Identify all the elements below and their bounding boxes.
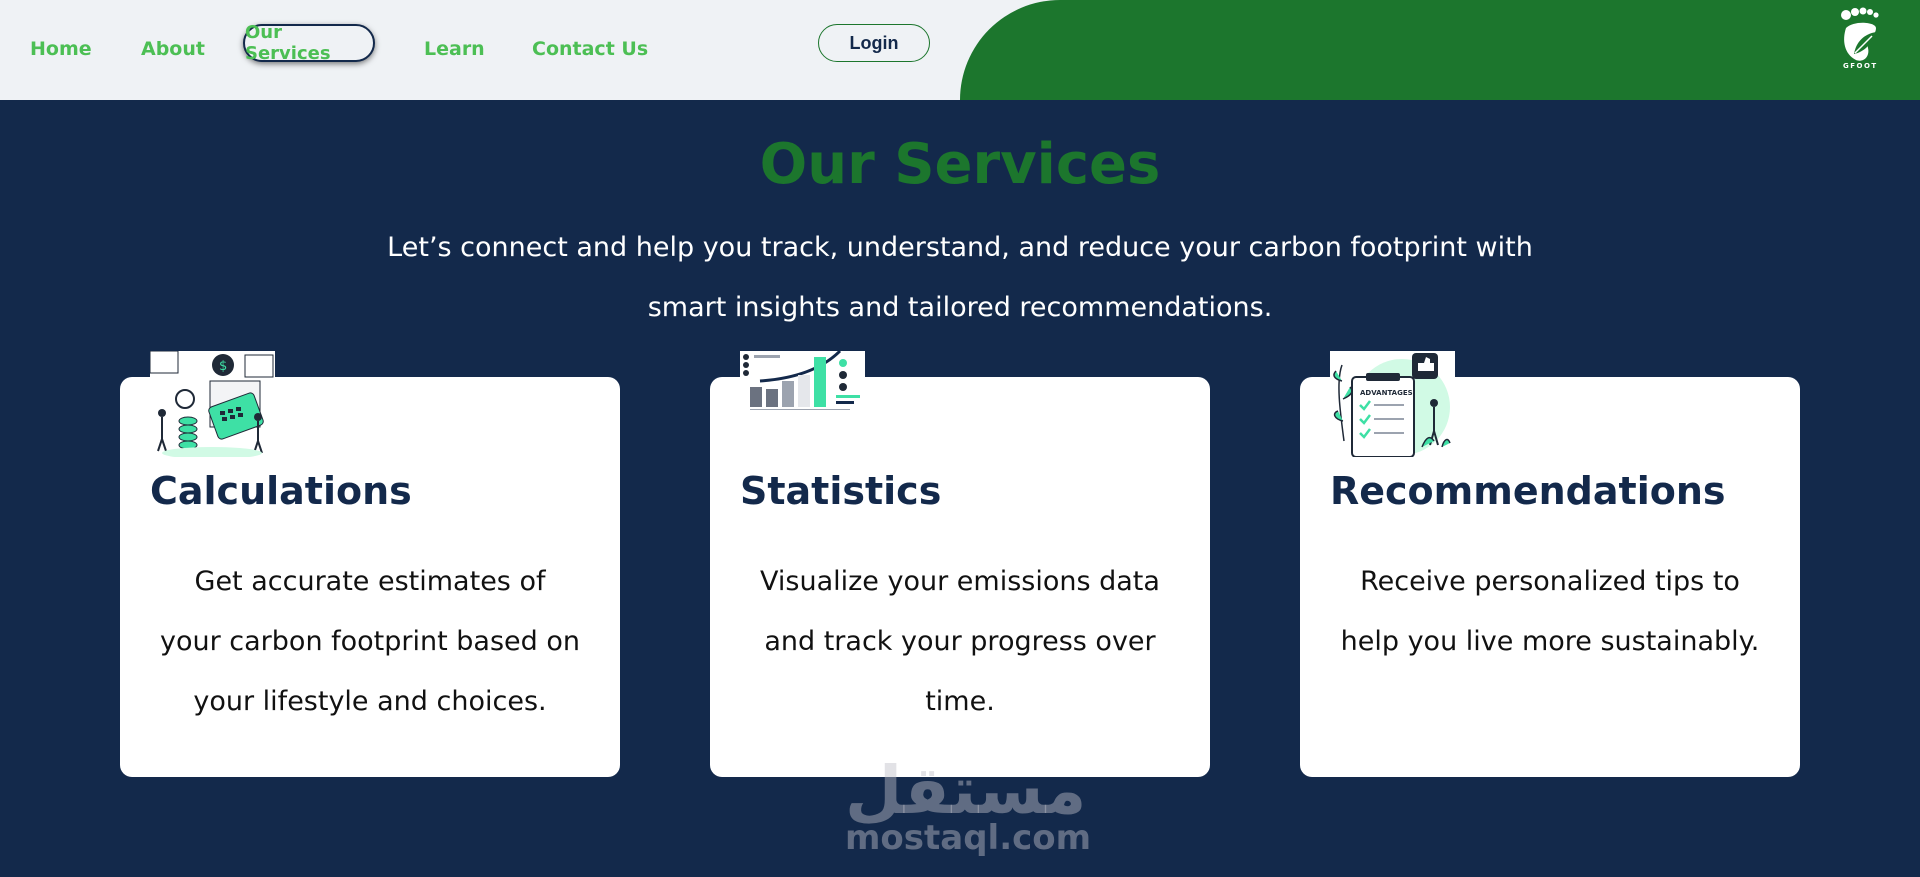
- card-description: Receive personalized tips to help you li…: [1340, 566, 1760, 657]
- calculator-illustration: $: [150, 351, 275, 457]
- watermark-latin: mostaql.com: [845, 818, 1092, 858]
- service-card-calculations[interactable]: $ Calculations Get accurate estimates of…: [120, 351, 620, 777]
- nav-home[interactable]: Home: [30, 38, 92, 60]
- nav-learn[interactable]: Learn: [424, 38, 485, 60]
- card-title: Recommendations: [1330, 469, 1726, 513]
- service-card-statistics[interactable]: Statistics Visualize your emissions data…: [710, 351, 1210, 777]
- page-title: Our Services: [759, 132, 1161, 197]
- top-header: Home About Our Services Learn Contact Us…: [0, 0, 1920, 100]
- card-title: Calculations: [150, 469, 412, 513]
- login-button[interactable]: Login: [818, 24, 930, 62]
- card-title: Statistics: [740, 469, 942, 513]
- nav-contact-us[interactable]: Contact Us: [532, 38, 648, 60]
- logo-text: GFOOT: [1843, 62, 1878, 70]
- nav-about[interactable]: About: [141, 38, 205, 60]
- advantages-checklist-illustration: ADVANTAGES: [1330, 351, 1455, 457]
- nav-our-services[interactable]: Our Services: [243, 22, 375, 64]
- page-subtitle: Let’s connect and help you track, unders…: [387, 232, 1533, 323]
- svg-text:$: $: [219, 359, 227, 374]
- service-card-recommendations[interactable]: ADVANTAGES Recommendations Receive perso…: [1300, 351, 1800, 777]
- card-description: Get accurate estimates of your carbon fo…: [160, 566, 581, 717]
- card-description: Visualize your emissions data and track …: [760, 566, 1160, 717]
- chart-dashboard-illustration: [740, 351, 865, 457]
- svg-text:ADVANTAGES: ADVANTAGES: [1360, 389, 1413, 397]
- header-green-panel: [960, 0, 1920, 100]
